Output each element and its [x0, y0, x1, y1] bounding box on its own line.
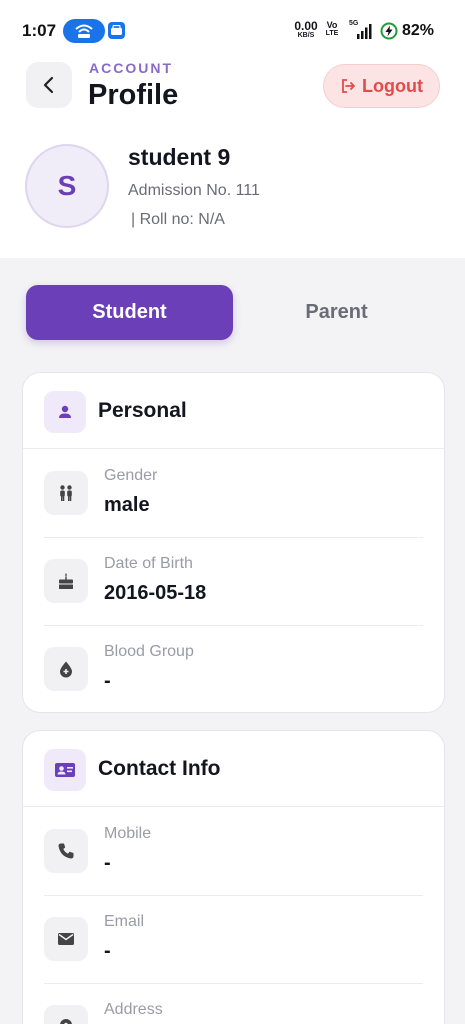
divider: [44, 983, 423, 984]
page-title: Profile: [88, 79, 179, 111]
mobile-value: -: [104, 852, 111, 874]
header-area: 1:07 0.00 KB/S Vo LTE 5G 82% ACCOUNT Pro…: [0, 0, 465, 258]
contact-title: Contact Info: [98, 757, 221, 780]
mail-icon: [44, 917, 88, 961]
back-button[interactable]: [26, 62, 72, 108]
network-speed: 0.00 KB/S: [294, 19, 318, 39]
tab-parent-label: Parent: [305, 301, 368, 323]
contact-row-email: Email -: [23, 895, 444, 983]
dob-label: Date of Birth: [104, 555, 193, 572]
blood-group-value: -: [104, 670, 111, 692]
section-eyebrow: ACCOUNT: [89, 60, 173, 76]
logout-icon: [342, 79, 355, 93]
tab-parent[interactable]: Parent: [233, 285, 440, 340]
tab-student[interactable]: Student: [26, 285, 233, 340]
divider: [44, 895, 423, 896]
student-name: student 9: [128, 144, 231, 170]
status-bar: 1:07 0.00 KB/S Vo LTE 5G 82%: [0, 0, 465, 60]
volte-indicator: Vo LTE: [325, 20, 339, 38]
admission-number: Admission No. 111: [128, 182, 260, 199]
battery-charging-icon: [380, 22, 398, 40]
person-icon: [44, 391, 86, 433]
battery-percent: 82%: [402, 22, 435, 39]
avatar: S: [25, 144, 109, 228]
chevron-left-icon: [43, 76, 54, 94]
contact-card-icon: [44, 749, 86, 791]
dob-value: 2016-05-18: [104, 582, 207, 604]
blood-group-label: Blood Group: [104, 643, 194, 660]
contact-card-header: Contact Info: [23, 731, 444, 807]
logout-button[interactable]: Logout: [323, 64, 440, 108]
gender-value: male: [104, 494, 150, 516]
personal-title: Personal: [98, 399, 187, 422]
personal-card: Personal Gender male Date of Birth 2016-…: [22, 372, 445, 713]
avatar-initial: S: [57, 170, 77, 201]
phone-icon: [44, 829, 88, 873]
personal-row-dob: Date of Birth 2016-05-18: [23, 537, 444, 625]
logout-label: Logout: [362, 75, 423, 96]
personal-card-header: Personal: [23, 373, 444, 449]
people-icon: [44, 471, 88, 515]
divider: [44, 625, 423, 626]
blood-drop-icon: [44, 647, 88, 691]
gender-label: Gender: [104, 467, 158, 484]
cake-icon: [44, 559, 88, 603]
status-time: 1:07: [22, 21, 57, 40]
email-value: -: [104, 940, 111, 962]
tab-student-label: Student: [92, 301, 167, 323]
contact-card: Contact Info Mobile - Email - Address: [22, 730, 445, 1024]
roll-number: | Roll no: N/A: [131, 211, 225, 228]
mobile-label: Mobile: [104, 825, 152, 842]
email-label: Email: [104, 913, 145, 930]
app-notification-icon: [108, 22, 125, 39]
address-label: Address: [104, 1001, 163, 1018]
contact-row-address: Address: [23, 983, 444, 1024]
personal-row-blood-group: Blood Group -: [23, 625, 444, 712]
personal-row-gender: Gender male: [23, 449, 444, 537]
signal-icon: 5G: [349, 20, 375, 41]
hotspot-icon: [63, 19, 105, 43]
location-icon: [44, 1005, 88, 1024]
divider: [44, 537, 423, 538]
contact-row-mobile: Mobile -: [23, 807, 444, 895]
